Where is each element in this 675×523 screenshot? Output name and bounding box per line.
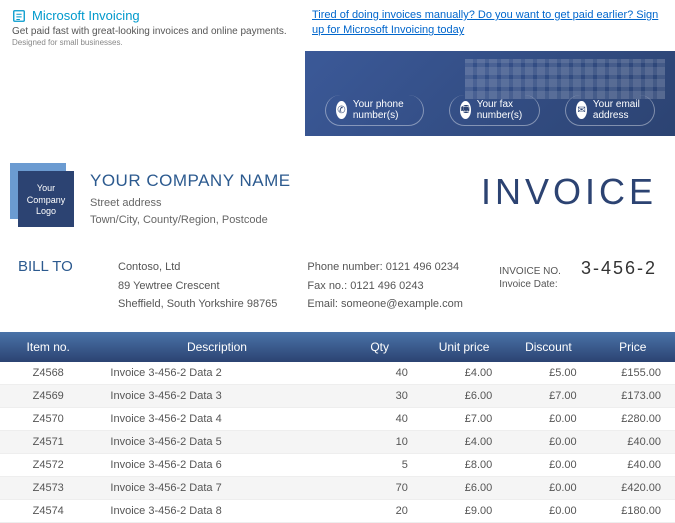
th-qty: Qty [337, 332, 421, 362]
company-city: Town/City, County/Region, Postcode [90, 212, 465, 229]
cell-item: Z4570 [0, 408, 96, 431]
cell-qty: 40 [337, 408, 421, 431]
table-row: Z4573Invoice 3-456-2 Data 770£6.00£0.00£… [0, 477, 675, 500]
billto-contact: Phone number: 0121 496 0234 Fax no.: 012… [307, 258, 462, 314]
contact-banner: ✆ Your phone number(s) 🖷 Your fax number… [305, 51, 675, 136]
billto-city: Sheffield, South Yorkshire 98765 [118, 295, 277, 314]
cell-item: Z4569 [0, 385, 96, 408]
invoice-date-label: Invoice Date: [499, 279, 557, 290]
cell-disc: £0.00 [506, 454, 590, 477]
th-price: Price [591, 332, 675, 362]
invoicing-icon [12, 9, 26, 23]
cell-item: Z4571 [0, 431, 96, 454]
cell-price: £280.00 [591, 408, 675, 431]
company-street: Street address [90, 195, 465, 212]
brand-box: Microsoft Invoicing Get paid fast with g… [12, 8, 292, 47]
cell-price: £180.00 [591, 500, 675, 523]
billto-address: Contoso, Ltd 89 Yewtree Crescent Sheffie… [118, 258, 277, 314]
cell-desc: Invoice 3-456-2 Data 2 [96, 362, 337, 385]
fax-label: Your fax number(s) [477, 99, 529, 121]
cell-disc: £5.00 [506, 362, 590, 385]
cell-desc: Invoice 3-456-2 Data 4 [96, 408, 337, 431]
cell-desc: Invoice 3-456-2 Data 3 [96, 385, 337, 408]
phone-label: Your phone number(s) [353, 99, 413, 121]
email-contact: ✉ Your email address [565, 95, 655, 126]
cell-disc: £0.00 [506, 500, 590, 523]
cell-qty: 5 [337, 454, 421, 477]
line-items-table: Item no. Description Qty Unit price Disc… [0, 332, 675, 523]
cell-desc: Invoice 3-456-2 Data 8 [96, 500, 337, 523]
cell-price: £173.00 [591, 385, 675, 408]
cell-item: Z4568 [0, 362, 96, 385]
billto-label: BILL TO [18, 258, 88, 314]
invoice-no-label: INVOICE NO. [499, 266, 561, 277]
th-desc: Description [96, 332, 337, 362]
table-row: Z4571Invoice 3-456-2 Data 510£4.00£0.00£… [0, 431, 675, 454]
cell-unit: £4.00 [422, 362, 506, 385]
cell-unit: £6.00 [422, 385, 506, 408]
th-disc: Discount [506, 332, 590, 362]
cell-item: Z4574 [0, 500, 96, 523]
brand-tagline: Get paid fast with great-looking invoice… [12, 25, 292, 38]
cell-price: £420.00 [591, 477, 675, 500]
cell-disc: £0.00 [506, 408, 590, 431]
cell-price: £40.00 [591, 431, 675, 454]
billto-name: Contoso, Ltd [118, 258, 277, 277]
cell-qty: 10 [337, 431, 421, 454]
invoice-meta: INVOICE NO. 3-456-2 Invoice Date: [499, 258, 657, 314]
company-name: YOUR COMPANY NAME [90, 171, 465, 191]
cell-qty: 40 [337, 362, 421, 385]
cell-desc: Invoice 3-456-2 Data 7 [96, 477, 337, 500]
billto-email: Email: someone@example.com [307, 295, 462, 314]
phone-icon: ✆ [336, 101, 347, 119]
invoice-title: INVOICE [481, 171, 657, 213]
fax-icon: 🖷 [460, 101, 471, 119]
brand-subtext: Designed for small businesses. [12, 38, 292, 47]
th-unit: Unit price [422, 332, 506, 362]
cell-desc: Invoice 3-456-2 Data 6 [96, 454, 337, 477]
table-row: Z4570Invoice 3-456-2 Data 440£7.00£0.00£… [0, 408, 675, 431]
email-icon: ✉ [576, 101, 587, 119]
invoice-no: 3-456-2 [581, 258, 657, 279]
cell-desc: Invoice 3-456-2 Data 5 [96, 431, 337, 454]
cell-disc: £7.00 [506, 385, 590, 408]
table-row: Z4572Invoice 3-456-2 Data 65£8.00£0.00£4… [0, 454, 675, 477]
cell-item: Z4573 [0, 477, 96, 500]
cell-qty: 30 [337, 385, 421, 408]
cell-qty: 20 [337, 500, 421, 523]
cell-unit: £9.00 [422, 500, 506, 523]
cell-unit: £8.00 [422, 454, 506, 477]
cell-unit: £7.00 [422, 408, 506, 431]
table-row: Z4569Invoice 3-456-2 Data 330£6.00£7.00£… [0, 385, 675, 408]
cell-unit: £4.00 [422, 431, 506, 454]
cell-unit: £6.00 [422, 477, 506, 500]
brand-name: Microsoft Invoicing [32, 8, 140, 23]
table-row: Z4574Invoice 3-456-2 Data 820£9.00£0.00£… [0, 500, 675, 523]
th-item: Item no. [0, 332, 96, 362]
cell-disc: £0.00 [506, 477, 590, 500]
phone-contact: ✆ Your phone number(s) [325, 95, 424, 126]
fax-contact: 🖷 Your fax number(s) [449, 95, 541, 126]
company-logo: Your Company Logo [18, 171, 74, 227]
cell-item: Z4572 [0, 454, 96, 477]
table-row: Z4568Invoice 3-456-2 Data 240£4.00£5.00£… [0, 362, 675, 385]
cell-qty: 70 [337, 477, 421, 500]
logo-placeholder: Your Company Logo [18, 171, 74, 218]
billto-street: 89 Yewtree Crescent [118, 277, 277, 296]
cell-price: £155.00 [591, 362, 675, 385]
cell-price: £40.00 [591, 454, 675, 477]
promo-link[interactable]: Tired of doing invoices manually? Do you… [312, 8, 662, 47]
email-label: Your email address [593, 99, 644, 121]
billto-fax: Fax no.: 0121 496 0243 [307, 277, 462, 296]
cell-disc: £0.00 [506, 431, 590, 454]
billto-phone: Phone number: 0121 496 0234 [307, 258, 462, 277]
